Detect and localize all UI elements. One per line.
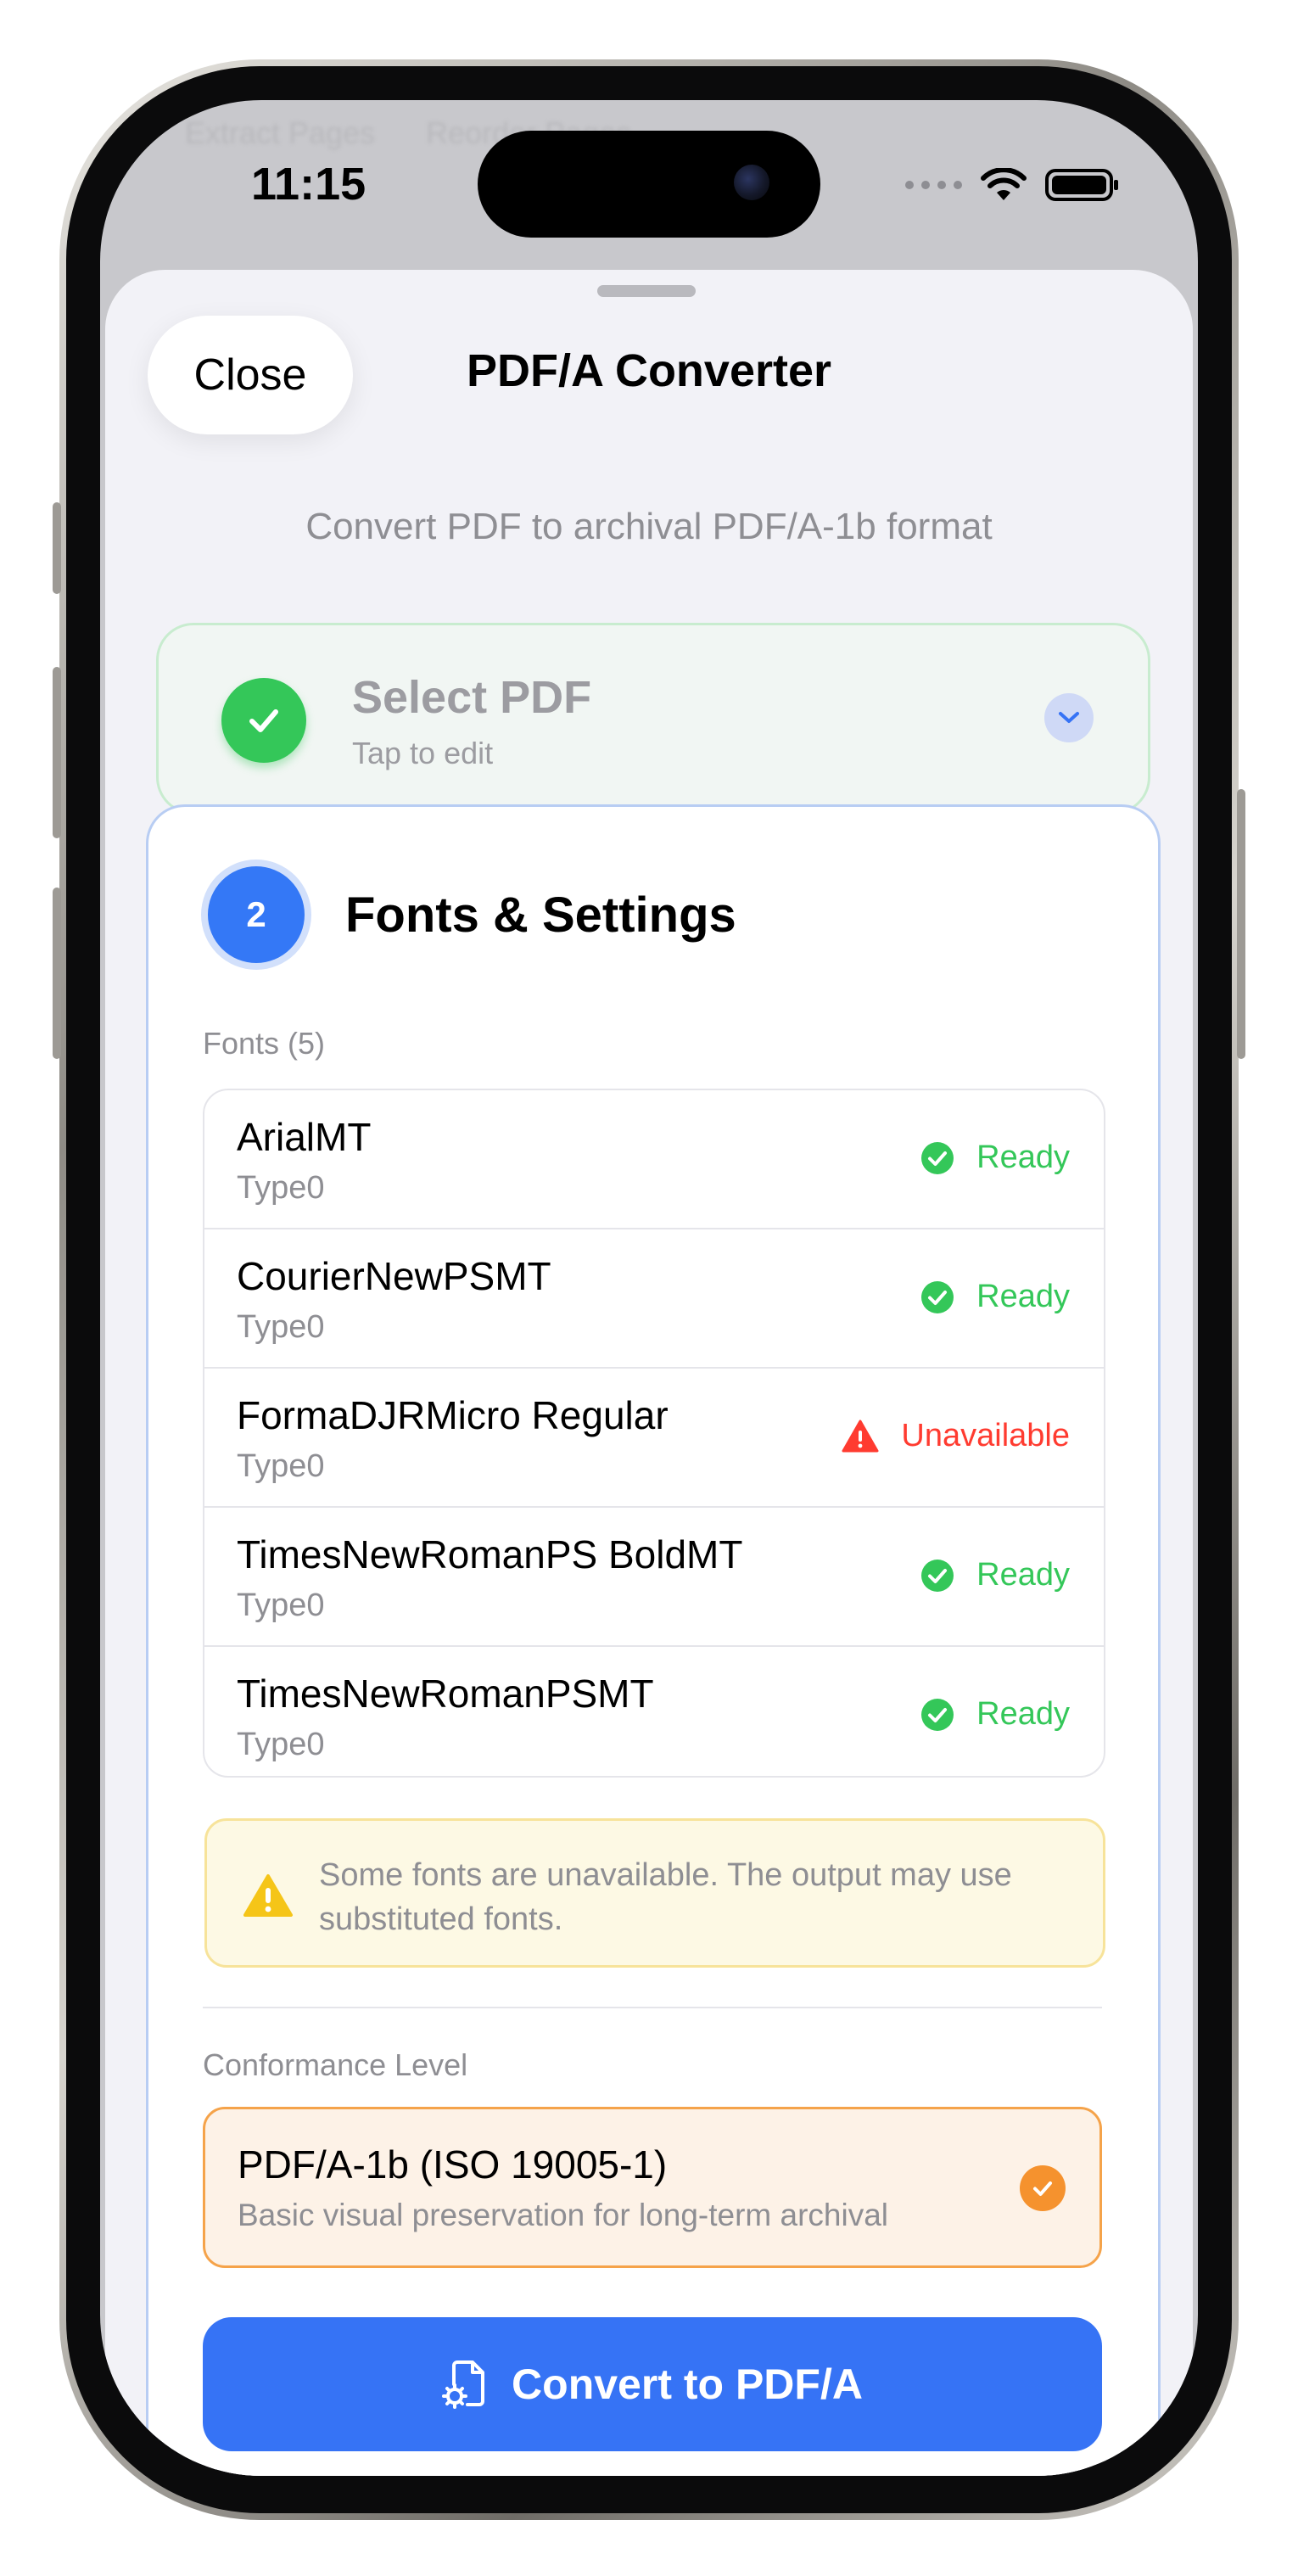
screen: Extract Pages Reorder Pages 11:15 Close … [100,100,1198,2476]
step-title: Select PDF [352,672,592,723]
cellular-signal-icon [905,181,962,189]
font-row: ArialMT Type0 Ready [204,1090,1104,1229]
checkmark-circle-icon [921,1280,954,1313]
conformance-title: PDF/A-1b (ISO 19005-1) [238,2142,668,2187]
step-number-badge: 2 [208,866,305,963]
font-name: ArialMT [237,1115,372,1159]
step-title: Fonts & Settings [345,888,736,943]
font-status-label: Ready [976,1279,1070,1314]
battery-icon [1045,169,1118,201]
sheet-grabber[interactable] [597,285,696,297]
background-tab: Extract Pages [185,115,376,150]
warning-text: Some fonts are unavailable. The output m… [319,1857,1012,1937]
checkmark-circle-icon [921,1559,954,1592]
volume-up-button [53,667,61,838]
font-type: Type0 [237,1170,325,1206]
font-type: Type0 [237,1309,325,1345]
font-row: TimesNewRomanPS BoldMT Type0 Ready [204,1508,1104,1647]
font-row: FormaDJRMicro Regular Type0 Unavailable [204,1369,1104,1508]
warning-triangle-icon [243,1874,293,1917]
selected-checkmark-icon [1020,2165,1066,2211]
convert-button-label: Convert to PDF/A [512,2360,863,2408]
step-complete-icon [221,678,306,763]
step-subtitle: Tap to edit [352,736,494,770]
step-select-pdf[interactable]: Select PDF Tap to edit [156,623,1150,815]
checkmark-circle-icon [921,1141,954,1174]
volume-down-button [53,888,61,1059]
font-status-label: Ready [976,1140,1070,1175]
camera-icon [734,165,769,200]
font-status: Ready [920,1557,1070,1593]
font-row: TimesNewRomanPSMT Type0 Ready [204,1647,1104,1776]
status-time: 11:15 [251,159,366,210]
convert-button[interactable]: Convert to PDF/A [203,2317,1102,2451]
font-name: FormaDJRMicro Regular [237,1393,669,1437]
font-type: Type0 [237,1448,325,1484]
sheet-title: PDF/A Converter [466,345,832,396]
power-button [1237,789,1245,1059]
font-name: TimesNewRomanPS BoldMT [237,1532,743,1576]
conformance-section-label: Conformance Level [203,2047,468,2082]
font-status-label: Unavailable [901,1418,1070,1453]
font-status: Ready [920,1140,1070,1176]
fonts-section-label: Fonts (5) [203,1026,326,1061]
conformance-description: Basic visual preservation for long-term … [238,2198,889,2232]
warning-triangle-icon [842,1420,879,1452]
font-type: Type0 [237,1588,325,1623]
conformance-option-pdfa-1b[interactable]: PDF/A-1b (ISO 19005-1) Basic visual pres… [203,2107,1102,2268]
font-warning-banner: Some fonts are unavailable. The output m… [204,1818,1105,1968]
font-status-label: Ready [976,1557,1070,1593]
converter-sheet: Close PDF/A Converter Convert PDF to arc… [105,270,1193,2476]
checkmark-circle-icon [921,1698,954,1731]
sheet-subtitle: Convert PDF to archival PDF/A-1b format [305,506,993,547]
font-status-label: Ready [976,1696,1070,1732]
divider [203,2007,1102,2008]
document-gear-icon [442,2360,485,2409]
action-button [53,502,61,594]
step-fonts-settings: 2 Fonts & Settings Fonts (5) ArialMT Typ… [146,804,1161,2476]
status-indicators [905,168,1122,202]
chevron-down-icon[interactable] [1044,693,1094,742]
font-status: Ready [920,1696,1070,1733]
wifi-icon [981,168,1027,200]
font-status: Ready [920,1279,1070,1315]
font-row: CourierNewPSMT Type0 Ready [204,1229,1104,1369]
font-list: ArialMT Type0 Ready CourierNewPSMT Type0… [203,1089,1105,1778]
font-name: TimesNewRomanPSMT [237,1672,654,1716]
font-type: Type0 [237,1727,325,1762]
font-name: CourierNewPSMT [237,1254,551,1298]
font-status: Unavailable [842,1418,1070,1454]
dynamic-island [478,131,820,238]
